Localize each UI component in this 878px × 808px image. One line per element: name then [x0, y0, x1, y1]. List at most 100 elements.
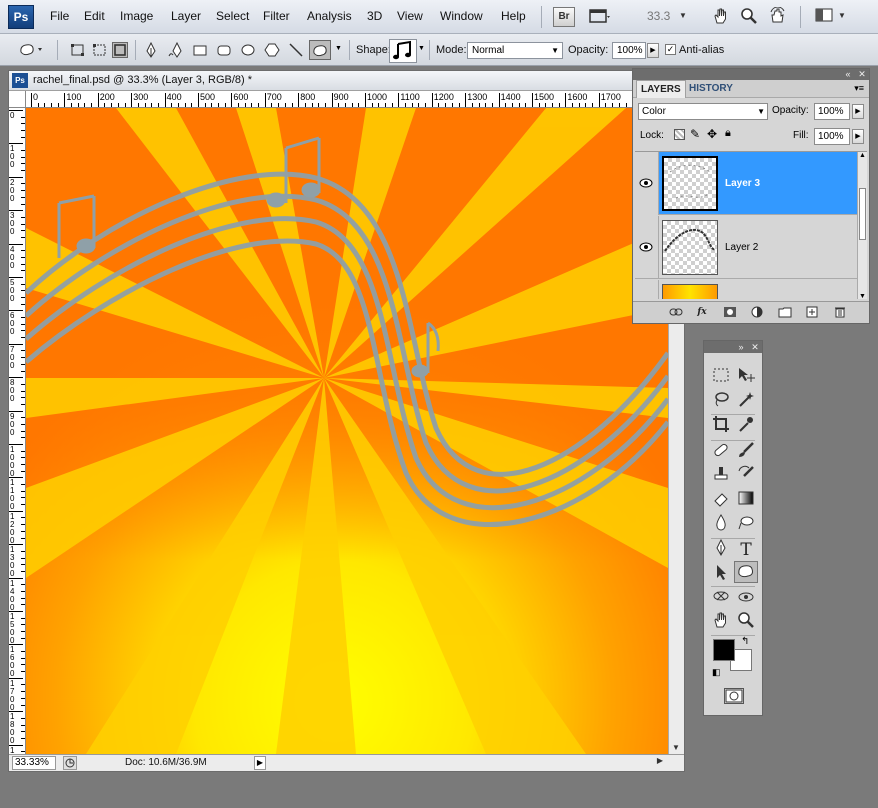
antialias-checkbox[interactable]: ✓	[665, 44, 676, 55]
panel-title-strip[interactable]: « ✕	[633, 69, 869, 80]
gradient-tool-icon[interactable]	[734, 489, 758, 511]
lock-all-icon[interactable]: 🔒︎	[725, 127, 731, 140]
scroll-down-arrow-icon[interactable]: ▼	[672, 743, 680, 752]
layer-opacity-input[interactable]: 100%	[814, 103, 850, 120]
status-zoom-field[interactable]: 33.33%	[12, 756, 56, 770]
dodge-tool-icon[interactable]	[734, 513, 758, 535]
shape-layers-icon[interactable]	[70, 42, 86, 58]
eye-icon[interactable]	[635, 216, 659, 279]
magic-wand-icon[interactable]	[734, 390, 758, 412]
zoom-tool-icon[interactable]	[734, 611, 758, 633]
layer-row-background[interactable]	[635, 280, 859, 299]
chevron-down-icon[interactable]: ▼	[679, 11, 687, 20]
crop-tool-icon[interactable]	[709, 415, 733, 437]
menu-3d[interactable]: 3D	[367, 9, 382, 23]
history-brush-icon[interactable]	[734, 465, 758, 487]
marquee-tool-icon[interactable]	[709, 366, 733, 388]
line-tool-icon[interactable]	[288, 42, 304, 58]
layer-row-layer-3[interactable]: Layer 3	[635, 152, 859, 215]
canvas[interactable]	[26, 108, 668, 754]
hand-tool-icon[interactable]	[709, 611, 733, 633]
zoom-icon[interactable]	[737, 6, 761, 28]
lock-pixels-icon[interactable]: ✎	[690, 127, 700, 141]
menu-edit[interactable]: Edit	[84, 9, 105, 23]
opacity-slider-arrow[interactable]: ▶	[647, 43, 659, 58]
pen-tool-icon[interactable]	[709, 538, 733, 561]
menu-select[interactable]: Select	[216, 9, 249, 23]
eye-cell-empty[interactable]	[635, 280, 659, 299]
rotate-view-icon[interactable]	[766, 6, 790, 28]
menu-window[interactable]: Window	[440, 9, 483, 23]
menu-file[interactable]: File	[50, 9, 69, 23]
zoom-level[interactable]: 33.3	[647, 9, 670, 23]
eraser-tool-icon[interactable]	[709, 489, 733, 511]
fill-pixels-icon[interactable]	[112, 42, 128, 58]
hand-icon[interactable]	[709, 6, 733, 28]
vertical-ruler[interactable]: 0 100 200 300 400 500 600 700 800 900 1000 1100 1200…	[9, 108, 26, 754]
default-colors-icon[interactable]: ◧	[712, 667, 721, 678]
paths-icon[interactable]	[92, 42, 108, 58]
clone-stamp-icon[interactable]	[709, 465, 733, 487]
eye-icon[interactable]	[635, 152, 659, 215]
chevron-down-icon[interactable]: ▼	[335, 45, 342, 52]
menu-help[interactable]: Help	[501, 9, 526, 23]
path-selection-icon[interactable]	[709, 563, 733, 585]
layer-opacity-arrow[interactable]: ▶	[852, 104, 864, 119]
tab-layers[interactable]: LAYERS	[636, 80, 686, 98]
ellipse-tool-icon[interactable]	[240, 42, 256, 58]
close-icon[interactable]: ✕	[857, 69, 867, 79]
custom-shape-tool-icon[interactable]	[309, 40, 331, 60]
freeform-pen-icon[interactable]	[168, 41, 184, 58]
menu-filter[interactable]: Filter	[263, 9, 290, 23]
foreground-color-swatch[interactable]	[713, 639, 735, 661]
opacity-input[interactable]: 100%	[612, 42, 646, 59]
tab-history[interactable]: HISTORY	[685, 80, 737, 98]
pen-icon[interactable]	[143, 41, 159, 58]
3d-rotate-icon[interactable]	[709, 587, 733, 609]
lock-transparency-icon[interactable]	[674, 129, 685, 140]
menu-image[interactable]: Image	[120, 9, 153, 23]
rectangle-tool-icon[interactable]	[192, 42, 208, 58]
fill-arrow[interactable]: ▶	[852, 129, 864, 144]
type-tool-icon[interactable]: T	[734, 539, 758, 561]
blur-tool-icon[interactable]	[709, 513, 733, 535]
fx-icon[interactable]: fx	[695, 306, 709, 319]
eyedropper-icon[interactable]	[734, 415, 758, 437]
bridge-button[interactable]: Br	[553, 7, 575, 27]
3d-orbit-icon[interactable]	[734, 587, 758, 609]
document-title-bar[interactable]: Ps rachel_final.psd @ 33.3% (Layer 3, RG…	[9, 71, 684, 91]
new-layer-icon[interactable]	[805, 306, 819, 319]
blend-mode-dropdown[interactable]: Color ▼	[638, 103, 768, 120]
status-menu-arrow[interactable]: ▶	[254, 756, 266, 770]
mode-dropdown[interactable]: Normal ▼	[467, 42, 563, 59]
menu-analysis[interactable]: Analysis	[307, 9, 352, 23]
adjustment-icon[interactable]	[750, 306, 764, 319]
add-mask-icon[interactable]	[723, 306, 737, 319]
polygon-tool-icon[interactable]	[264, 42, 280, 58]
menu-view[interactable]: View	[397, 9, 423, 23]
close-icon[interactable]: ✕	[750, 342, 760, 352]
scroll-up-arrow-icon[interactable]: ▲	[859, 152, 866, 159]
shape-picker[interactable]	[389, 39, 417, 63]
scroll-right-arrow-icon[interactable]: ▶	[657, 756, 663, 765]
fill-input[interactable]: 100%	[814, 128, 850, 145]
custom-shape-tool-icon[interactable]	[734, 561, 758, 583]
rounded-rectangle-tool-icon[interactable]	[216, 42, 232, 58]
new-group-icon[interactable]	[778, 306, 792, 319]
tools-title-strip[interactable]: » ✕	[704, 341, 762, 353]
chevron-down-icon[interactable]: ▼	[418, 45, 425, 52]
quick-mask-icon[interactable]	[724, 688, 744, 704]
expand-icon[interactable]: »	[736, 342, 746, 352]
ruler-origin[interactable]	[9, 91, 26, 108]
brush-tool-icon[interactable]	[734, 441, 758, 463]
horizontal-ruler[interactable]: 0 100 200 300 400 500 600 700 800 900 1000 1100 1200…	[26, 91, 684, 108]
collapse-icon[interactable]: «	[843, 69, 853, 79]
move-tool-icon[interactable]	[734, 366, 758, 388]
delete-layer-icon[interactable]	[833, 306, 847, 319]
lasso-tool-icon[interactable]	[709, 390, 733, 412]
layers-scrollbar[interactable]: ▲ ▼	[857, 152, 867, 299]
lock-position-icon[interactable]: ✥	[707, 127, 717, 141]
chevron-down-icon[interactable]: ▼	[838, 11, 846, 20]
arrange-documents-icon[interactable]	[812, 6, 836, 28]
scroll-down-arrow-icon[interactable]: ▼	[859, 293, 866, 299]
